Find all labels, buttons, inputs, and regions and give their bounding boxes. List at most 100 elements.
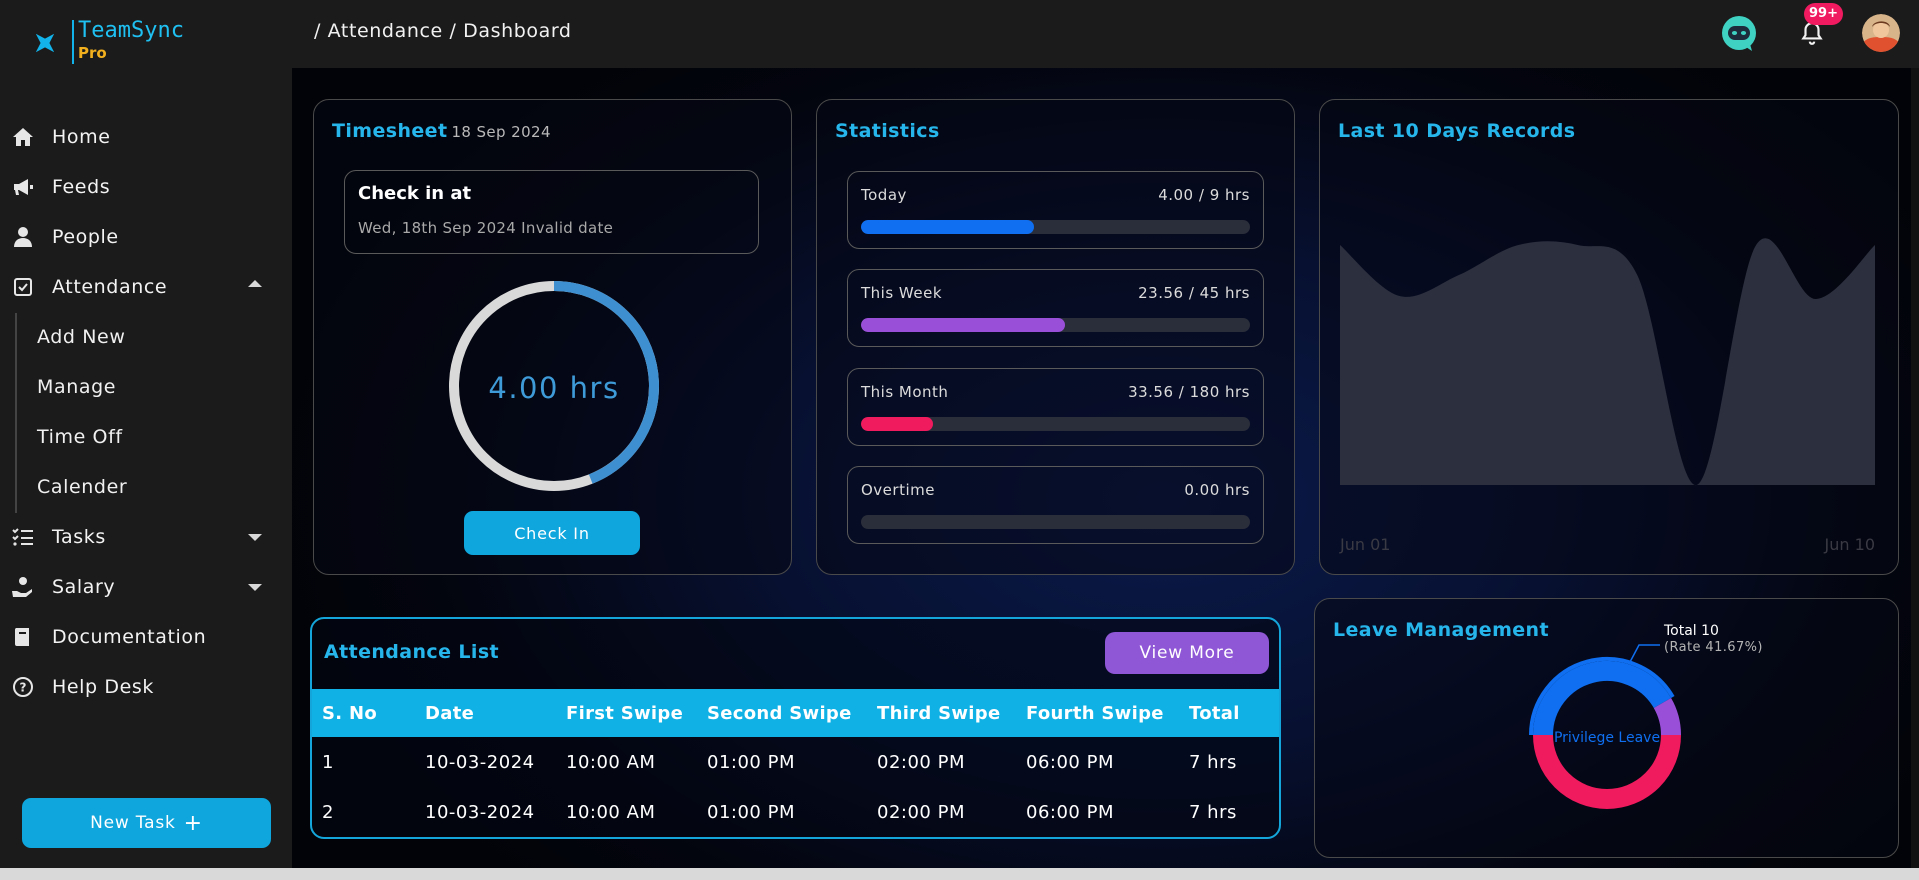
statistics-card: Statistics Today 4.00 / 9 hrs This Week … <box>816 99 1295 575</box>
megaphone-icon <box>14 179 33 195</box>
timesheet-title: Timesheet <box>332 120 448 142</box>
table-cell: 10:00 AM <box>566 801 656 823</box>
sidebar-item-people[interactable]: People <box>0 213 292 263</box>
table-cell: 01:00 PM <box>707 751 795 773</box>
view-more-button[interactable]: View More <box>1105 632 1269 674</box>
logo-diamond-icon <box>27 25 64 62</box>
submenu-item-add-new[interactable]: Add New <box>17 313 292 363</box>
check-in-button[interactable]: Check In <box>464 511 640 555</box>
stat-value: 4.00 / 9 hrs <box>1158 186 1250 204</box>
stat-row-this-month: This Month 33.56 / 180 hrs <box>847 368 1264 446</box>
stat-progress-track <box>861 417 1250 431</box>
x-axis-label-start: Jun 01 <box>1339 535 1390 554</box>
avatar[interactable] <box>1862 14 1900 52</box>
attendance-table: S. No Date First Swipe Second Swipe Thir… <box>312 689 1279 837</box>
sidebar-item-home[interactable]: Home <box>0 113 292 163</box>
column-header[interactable]: First Swipe <box>556 689 697 737</box>
attendance-submenu: Add New Manage Time Off Calender <box>15 313 292 513</box>
checkbox-icon <box>14 278 32 296</box>
top-header: / Attendance / Dashboard 99+ <box>292 0 1919 68</box>
app-name: TeamSync <box>78 18 184 43</box>
table-cell: 7 hrs <box>1189 751 1237 773</box>
stat-progress-fill <box>861 220 1034 234</box>
leave-donut-segment[interactable] <box>1533 661 1672 736</box>
column-header[interactable]: Date <box>415 689 556 737</box>
submenu-item-time-off[interactable]: Time Off <box>17 413 292 463</box>
chevron-down-icon[interactable] <box>248 534 262 541</box>
stat-label: Today <box>861 186 907 204</box>
sidebar-item-label: Help Desk <box>52 676 154 698</box>
leave-donut-chart: Privilege Leave <box>1529 644 1681 809</box>
plus-icon: + <box>183 810 203 836</box>
column-header[interactable]: Third Swipe <box>867 689 1016 737</box>
sidebar-nav: Home Feeds People Attendance Add New Man… <box>0 113 292 713</box>
sidebar-item-label: People <box>52 226 119 248</box>
statistics-title: Statistics <box>835 120 940 142</box>
sidebar-item-salary[interactable]: Salary <box>0 563 292 613</box>
column-header[interactable]: Fourth Swipe <box>1016 689 1179 737</box>
table-header-row: S. No Date First Swipe Second Swipe Thir… <box>312 689 1279 737</box>
list-icon <box>12 528 33 546</box>
table-cell: 02:00 PM <box>877 751 965 773</box>
stat-label: Overtime <box>861 481 935 499</box>
help-icon: ? <box>13 677 33 697</box>
timesheet-card: Timesheet 18 Sep 2024 Check in at Wed, 18… <box>313 99 792 575</box>
stat-value: 23.56 / 45 hrs <box>1138 284 1250 302</box>
sidebar-item-label: Tasks <box>52 526 106 548</box>
app-edition: Pro <box>78 44 107 62</box>
x-axis-label-end: Jun 10 <box>1824 535 1875 554</box>
sidebar: TeamSync Pro Home Feeds People Attendanc… <box>0 0 292 880</box>
page-scrollbar[interactable] <box>1911 68 1919 868</box>
stat-progress-fill <box>861 417 934 431</box>
svg-text:?: ? <box>20 681 27 695</box>
stat-progress-track <box>861 220 1250 234</box>
bottom-edge-strip <box>0 868 1919 880</box>
book-icon <box>14 628 29 646</box>
stat-label: This Month <box>861 383 949 401</box>
hours-progress-ring: 4.00 hrs <box>449 281 659 491</box>
table-cell: 10:00 AM <box>566 751 656 773</box>
attendance-list-card: Attendance List View More S. No Date Fir… <box>310 617 1281 839</box>
sidebar-item-documentation[interactable]: Documentation <box>0 613 292 663</box>
column-header[interactable]: Second Swipe <box>697 689 867 737</box>
sidebar-item-tasks[interactable]: Tasks <box>0 513 292 563</box>
leave-donut-segment[interactable] <box>1653 698 1681 736</box>
sidebar-item-attendance[interactable]: Attendance <box>0 263 292 313</box>
sidebar-item-label: Salary <box>52 576 116 598</box>
column-header[interactable]: Total <box>1179 689 1279 737</box>
stat-row-today: Today 4.00 / 9 hrs <box>847 171 1264 249</box>
sidebar-item-label: Home <box>52 126 111 148</box>
home-icon <box>13 128 33 146</box>
table-cell: 10-03-2024 <box>425 751 535 773</box>
submenu-item-manage[interactable]: Manage <box>17 363 292 413</box>
new-task-button[interactable]: New Task + <box>22 798 271 848</box>
chevron-up-icon[interactable] <box>248 280 262 287</box>
table-cell: 7 hrs <box>1189 801 1237 823</box>
stat-progress-track <box>861 318 1250 332</box>
stat-progress-track <box>861 515 1250 529</box>
breadcrumb[interactable]: / Attendance / Dashboard <box>314 20 572 42</box>
timesheet-date: 18 Sep 2024 <box>451 123 551 141</box>
leave-total-label: Total 10 <box>1664 623 1719 639</box>
leave-callout-line <box>1629 644 1660 663</box>
column-header[interactable]: S. No <box>312 689 415 737</box>
notification-badge[interactable]: 99+ <box>1804 3 1843 25</box>
sidebar-item-help-desk[interactable]: ? Help Desk <box>0 663 292 713</box>
table-cell: 1 <box>322 751 334 773</box>
table-row[interactable]: 1 10-03-2024 10:00 AM 01:00 PM 02:00 PM … <box>312 737 1279 787</box>
checkin-title: Check in at <box>358 183 472 204</box>
submenu-item-calender[interactable]: Calender <box>17 463 292 513</box>
chevron-down-icon[interactable] <box>248 584 262 591</box>
checkin-info-box: Check in at Wed, 18th Sep 2024 Invalid d… <box>344 170 759 254</box>
table-row[interactable]: 2 10-03-2024 10:00 AM 01:00 PM 02:00 PM … <box>312 787 1279 837</box>
table-cell: 06:00 PM <box>1026 801 1114 823</box>
stat-progress-fill <box>861 318 1065 332</box>
sidebar-item-label: Documentation <box>52 626 207 648</box>
leave-center-label: Privilege Leave <box>1554 730 1660 746</box>
sidebar-item-label: Feeds <box>52 176 111 198</box>
sidebar-item-feeds[interactable]: Feeds <box>0 163 292 213</box>
sidebar-item-label: Attendance <box>52 276 168 298</box>
hours-display: 4.00 hrs <box>488 371 619 405</box>
checkin-datetime: Wed, 18th Sep 2024 Invalid date <box>358 219 614 237</box>
chatbot-icon[interactable] <box>1720 14 1758 52</box>
